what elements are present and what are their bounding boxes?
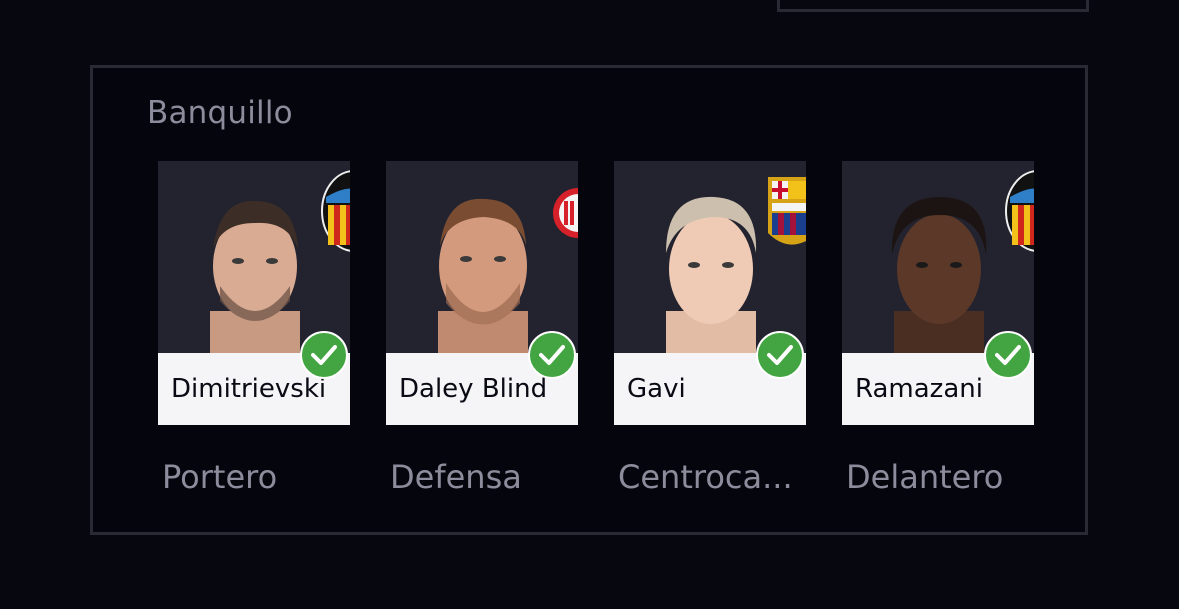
bench-panel: Banquillo Dimitrievski Portero Daley Bli… [90, 65, 1088, 535]
valencia-crest-icon [321, 170, 350, 252]
player-face-image [210, 200, 300, 353]
check-icon [756, 331, 804, 379]
player-photo [158, 161, 350, 353]
girona-crest-icon [553, 188, 578, 238]
player-card-dimitrievski[interactable]: Dimitrievski [158, 161, 350, 425]
player-card-daley-blind[interactable]: Daley Blind [386, 161, 578, 425]
check-icon [528, 331, 576, 379]
player-position: Centroca... [618, 458, 793, 496]
player-name: Ramazani [855, 374, 983, 404]
player-card-ramazani[interactable]: Ramazani [842, 161, 1034, 425]
player-photo [842, 161, 1034, 353]
player-photo [614, 161, 806, 353]
valencia-crest-icon [1005, 170, 1034, 252]
player-card-gavi[interactable]: Gavi [614, 161, 806, 425]
barcelona-crest-icon [768, 177, 806, 245]
player-face-image [666, 196, 757, 353]
check-icon [984, 331, 1032, 379]
player-name: Gavi [627, 374, 686, 404]
player-name: Daley Blind [399, 374, 548, 404]
player-name: Dimitrievski [171, 374, 327, 404]
bench-title: Banquillo [147, 95, 293, 131]
previous-panel-edge [777, 0, 1089, 12]
player-photo [386, 161, 578, 353]
player-position: Defensa [390, 458, 522, 496]
player-face-image [891, 197, 987, 353]
player-position: Delantero [846, 458, 1004, 496]
player-position: Portero [162, 458, 278, 496]
player-face-image [438, 198, 528, 353]
check-icon [300, 331, 348, 379]
